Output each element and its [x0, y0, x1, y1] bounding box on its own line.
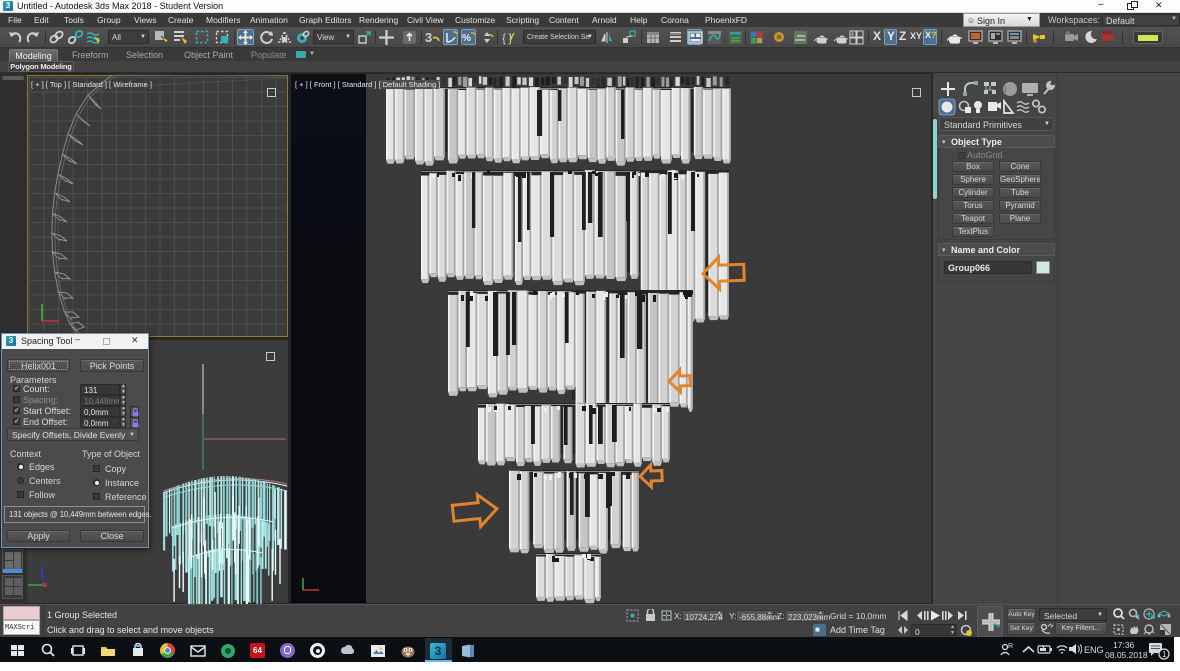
svg-text:1: 1: [1162, 650, 1167, 659]
svg-text:R: R: [1008, 643, 1013, 650]
